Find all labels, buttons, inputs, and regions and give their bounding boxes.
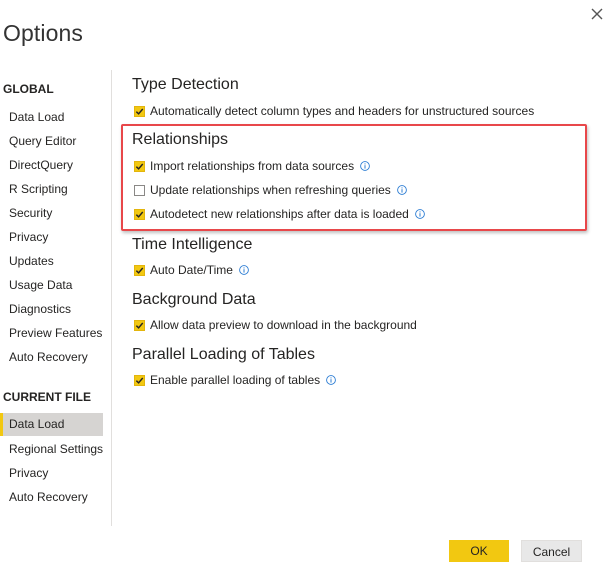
option-detect-column-types[interactable]: Automatically detect column types and he…: [134, 103, 534, 119]
sidebar-item-security[interactable]: Security: [0, 202, 103, 225]
ok-button[interactable]: OK: [449, 540, 509, 562]
sidebar-item-file-auto-recovery[interactable]: Auto Recovery: [0, 486, 103, 509]
checkbox[interactable]: [134, 264, 145, 276]
sidebar-item-usage-data[interactable]: Usage Data: [0, 274, 103, 297]
sidebar-item-query-editor[interactable]: Query Editor: [0, 130, 103, 153]
checkmark-icon: [135, 163, 144, 170]
info-icon[interactable]: [326, 375, 336, 385]
sidebar-item-global-auto-recovery[interactable]: Auto Recovery: [0, 346, 103, 369]
group-title-background-data: Background Data: [132, 291, 256, 308]
option-label: Update relationships when refreshing que…: [150, 183, 391, 197]
checkbox[interactable]: [134, 208, 145, 220]
sidebar-item-r-scripting[interactable]: R Scripting: [0, 178, 103, 201]
dialog-title: Options: [3, 20, 83, 46]
checkbox[interactable]: [134, 374, 145, 386]
option-label: Import relationships from data sources: [150, 159, 355, 173]
checkbox[interactable]: [134, 319, 145, 331]
sidebar-item-directquery[interactable]: DirectQuery: [0, 154, 103, 177]
option-label: Automatically detect column types and he…: [150, 104, 535, 118]
sidebar-item-updates[interactable]: Updates: [0, 250, 103, 273]
option-autodetect-relationships[interactable]: Autodetect new relationships after data …: [134, 206, 425, 222]
options-content: Type Detection Automatically detect colu…: [132, 0, 602, 568]
sidebar-item-preview-features[interactable]: Preview Features: [0, 322, 103, 345]
group-title-relationships: Relationships: [132, 131, 229, 148]
info-icon[interactable]: [414, 209, 425, 219]
option-auto-date-time[interactable]: Auto Date/Time: [134, 262, 249, 278]
info-icon[interactable]: [396, 185, 407, 195]
sidebar-item-global-data-load[interactable]: Data Load: [0, 106, 103, 129]
sidebar-item-file-privacy[interactable]: Privacy: [0, 462, 103, 485]
option-allow-data-preview[interactable]: Allow data preview to download in the ba…: [134, 317, 417, 333]
checkmark-icon: [135, 108, 144, 115]
sidebar-item-file-data-load[interactable]: Data Load: [0, 413, 103, 436]
group-title-type-detection: Type Detection: [132, 76, 239, 93]
info-icon[interactable]: [239, 265, 249, 275]
option-import-relationships[interactable]: Import relationships from data sources: [134, 158, 370, 174]
option-label: Autodetect new relationships after data …: [150, 207, 409, 221]
option-update-relationships[interactable]: Update relationships when refreshing que…: [134, 182, 407, 198]
option-label: Auto Date/Time: [150, 263, 233, 277]
current-file-heading: CURRENT FILE: [3, 390, 91, 404]
checkmark-icon: [135, 267, 144, 274]
option-label: Allow data preview to download in the ba…: [150, 318, 417, 332]
sidebar-item-global-privacy[interactable]: Privacy: [0, 226, 103, 249]
sidebar: GLOBAL Data Load Query Editor DirectQuer…: [0, 70, 112, 526]
global-heading: GLOBAL: [3, 82, 54, 96]
group-title-parallel-loading: Parallel Loading of Tables: [132, 346, 315, 363]
checkmark-icon: [135, 211, 144, 218]
sidebar-item-regional-settings[interactable]: Regional Settings: [0, 438, 103, 461]
group-title-time-intelligence: Time Intelligence: [132, 236, 253, 253]
option-label: Enable parallel loading of tables: [150, 373, 321, 387]
option-enable-parallel-loading[interactable]: Enable parallel loading of tables: [134, 372, 336, 388]
checkbox[interactable]: [134, 184, 145, 196]
checkbox[interactable]: [134, 160, 145, 172]
info-icon[interactable]: [360, 161, 370, 171]
checkmark-icon: [135, 322, 144, 329]
cancel-button[interactable]: Cancel: [521, 540, 582, 562]
checkmark-icon: [135, 377, 144, 384]
sidebar-item-diagnostics[interactable]: Diagnostics: [0, 298, 103, 321]
checkbox[interactable]: [134, 105, 145, 117]
